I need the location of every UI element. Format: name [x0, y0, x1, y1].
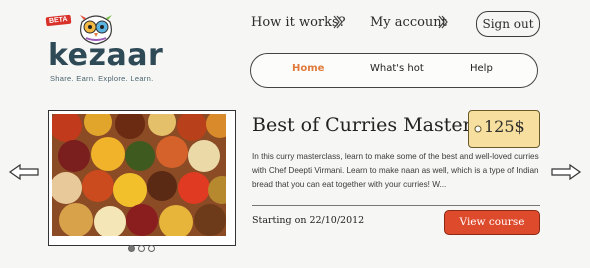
chevron-right-icon	[333, 15, 343, 32]
logo-tagline: Share. Earn. Explore. Learn.	[50, 74, 154, 83]
how-it-works-link[interactable]: How it works?	[251, 15, 346, 30]
course-title[interactable]: Best of Curries Master...	[252, 114, 488, 136]
carousel-dot-2[interactable]	[138, 245, 145, 252]
carousel-next-arrow-icon[interactable]	[550, 163, 582, 185]
sign-out-button[interactable]: Sign out	[476, 11, 540, 37]
tab-home[interactable]: Home	[292, 63, 324, 74]
course-start-date: Starting on 22/10/2012	[252, 215, 365, 226]
course-description: In this curry masterclass, learn to make…	[252, 152, 539, 189]
carousel-dot-1[interactable]	[128, 245, 135, 252]
beta-badge: BETA	[45, 14, 71, 27]
course-price: 125$	[484, 117, 525, 136]
my-account-link[interactable]: My account	[370, 15, 447, 30]
logo-wordmark[interactable]: kezaar	[48, 38, 163, 73]
divider	[252, 205, 540, 206]
course-image[interactable]	[48, 108, 236, 246]
carousel-dot-3[interactable]	[148, 245, 155, 252]
view-course-button[interactable]: View course	[444, 210, 540, 235]
tab-whats-hot[interactable]: What's hot	[370, 63, 424, 74]
carousel-prev-arrow-icon[interactable]	[8, 163, 40, 185]
tab-help[interactable]: Help	[470, 63, 493, 74]
chevron-right-icon	[438, 15, 448, 32]
